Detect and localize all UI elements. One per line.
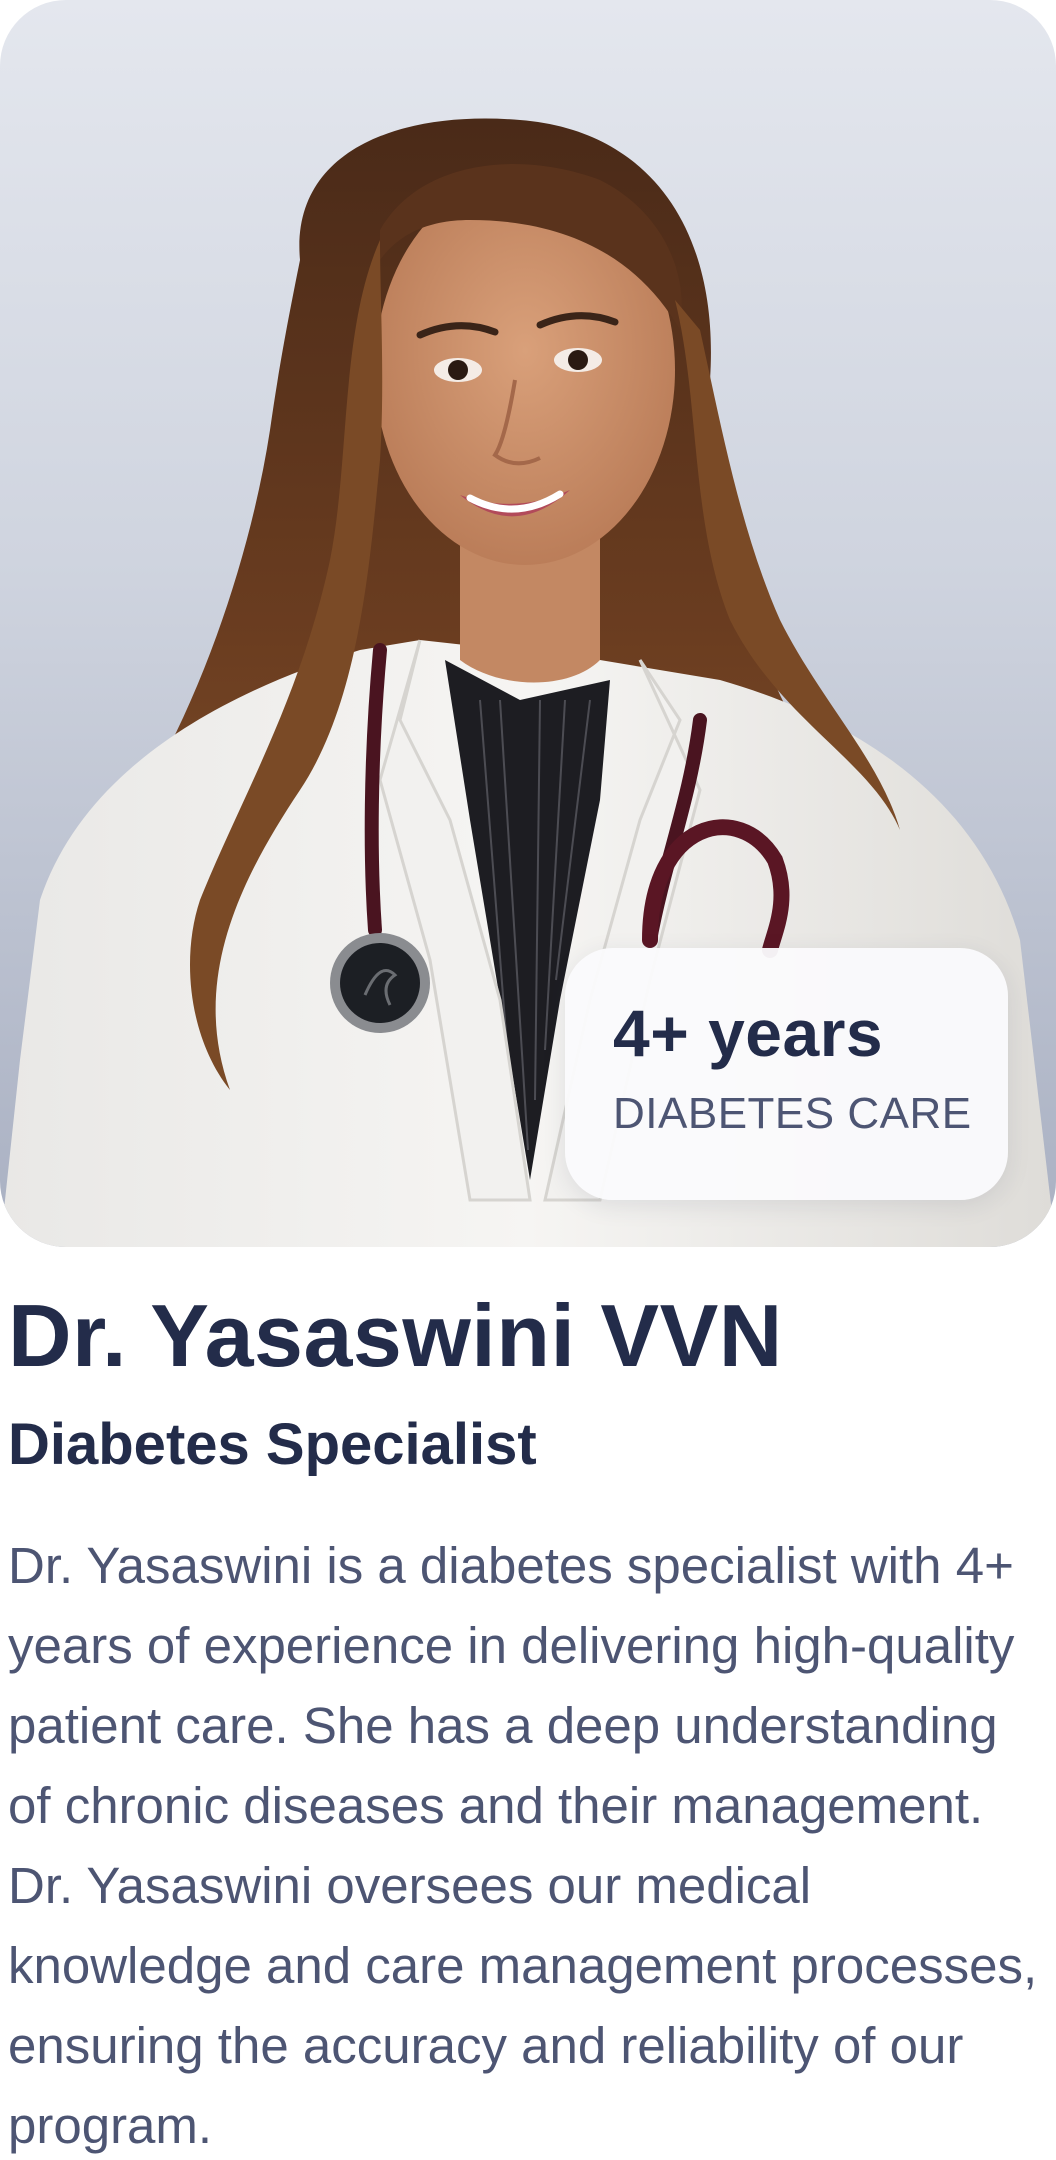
doctor-bio: Dr. Yasaswini is a diabetes specialist w… [8, 1537, 1038, 2154]
experience-caption: DIABETES CARE [613, 1089, 972, 1138]
doctor-specialty: Diabetes Specialist [8, 1412, 537, 1477]
experience-years: 4+ years [613, 996, 884, 1070]
experience-badge: 4+ years DIABETES CARE [565, 948, 1008, 1200]
doctor-photo: 4+ years DIABETES CARE [0, 0, 1056, 1247]
doctor-name: Dr. Yasaswini VVN [8, 1286, 783, 1385]
